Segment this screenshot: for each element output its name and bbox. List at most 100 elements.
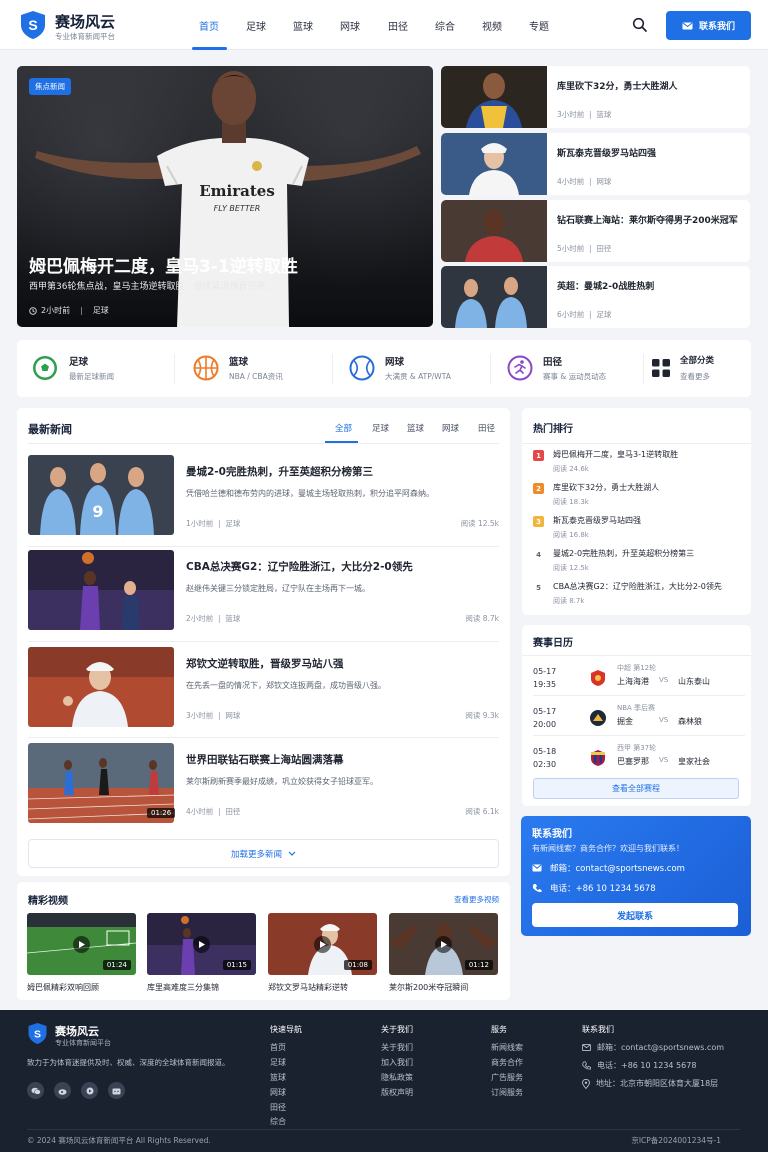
weibo-icon[interactable] <box>54 1082 71 1099</box>
section-title: 最新新闻 <box>28 423 72 436</box>
footer-link[interactable]: 综合 <box>270 1116 286 1127</box>
side-news-title[interactable]: 英超：曼城2-0战胜热刺 <box>557 279 654 292</box>
load-more-button[interactable]: 加载更多新闻 <box>28 839 499 868</box>
footer-link[interactable]: 足球 <box>270 1057 286 1068</box>
match-item[interactable]: 05-18 02:30 西甲 第37轮 巴塞罗那 VS 皇家社会 <box>533 743 745 783</box>
hot-item[interactable]: 2 库里砍下32分，勇士大胜湖人 阅读 18.3k <box>533 482 745 512</box>
category-all[interactable]: 全部分类 查看更多 <box>647 340 751 397</box>
footer-email[interactable]: 邮箱：contact@sportsnews.com <box>582 1042 724 1053</box>
contact-phone[interactable]: 电话：+86 10 1234 5678 <box>532 882 656 894</box>
brand-tagline: 专业体育新闻平台 <box>55 32 115 41</box>
hot-title[interactable]: 斯瓦泰克晋级罗马站四强 <box>553 515 641 526</box>
start-contact-button[interactable]: 发起联系 <box>532 903 738 927</box>
match-date: 05-17 <box>533 707 557 716</box>
hero-featured-news[interactable]: Emirates FLY BETTER 焦点新闻 姆巴佩梅开二度，皇马3-1逆转… <box>17 66 433 327</box>
hot-item[interactable]: 5 CBA总决赛G2：辽宁险胜浙江，大比分2-0领先 阅读 8.7k <box>533 581 745 611</box>
video-card[interactable]: 01:15 库里高难度三分集锦 <box>147 913 256 993</box>
match-item[interactable]: 05-17 20:00 NBA 季后赛 掘金 VS 森林狼 <box>533 703 745 743</box>
footer-link[interactable]: 订阅服务 <box>491 1087 523 1098</box>
news-meta: 2小时前 | 篮球 <box>186 614 241 623</box>
side-news-item[interactable]: 钻石联赛上海站：莱尔斯夺得男子200米冠军 5小时前 | 田径 <box>441 200 750 262</box>
hot-item[interactable]: 1 姆巴佩梅开二度，皇马3-1逆转取胜 阅读 24.6k <box>533 449 745 479</box>
tab-athletics[interactable]: 田径 <box>478 422 495 434</box>
category-tennis[interactable]: 网球 大满贯 & ATP/WTA <box>335 340 485 397</box>
category-football[interactable]: 足球 最新足球新闻 <box>17 340 167 397</box>
footer-link[interactable]: 篮球 <box>270 1072 286 1083</box>
news-title[interactable]: 曼城2-0完胜热刺，升至英超积分榜第三 <box>186 464 373 479</box>
nav-athletics[interactable]: 田径 <box>388 18 408 33</box>
nav-tennis[interactable]: 网球 <box>340 18 360 33</box>
category-basketball[interactable]: 篮球 NBA / CBA资讯 <box>177 340 327 397</box>
hot-title[interactable]: CBA总决赛G2：辽宁险胜浙江，大比分2-0领先 <box>553 581 722 592</box>
side-news-item[interactable]: 斯瓦泰克晋级罗马站四强 4小时前 | 网球 <box>441 133 750 195</box>
side-news-title[interactable]: 斯瓦泰克晋级罗马站四强 <box>557 146 656 159</box>
footer-link[interactable]: 网球 <box>270 1087 286 1098</box>
hot-title[interactable]: 姆巴佩梅开二度，皇马3-1逆转取胜 <box>553 449 678 460</box>
side-news-item[interactable]: 库里砍下32分，勇士大胜湖人 3小时前 | 篮球 <box>441 66 750 128</box>
news-title[interactable]: 郑钦文逆转取胜，晋级罗马站八强 <box>186 656 344 671</box>
brand-name[interactable]: 赛场风云 <box>55 11 115 32</box>
side-news-item[interactable]: 英超：曼城2-0战胜热刺 6小时前 | 足球 <box>441 266 750 328</box>
footer-link[interactable]: 版权声明 <box>381 1087 413 1098</box>
footer-phone[interactable]: 电话：+86 10 1234 5678 <box>582 1060 696 1071</box>
nav-general[interactable]: 综合 <box>435 18 455 33</box>
footer-link[interactable]: 关于我们 <box>381 1042 413 1053</box>
footer-link[interactable]: 加入我们 <box>381 1057 413 1068</box>
bilibili-icon[interactable] <box>108 1082 125 1099</box>
news-item[interactable]: CBA总决赛G2：辽宁险胜浙江，大比分2-0领先 赵继伟关键三分锁定胜局，辽宁队… <box>28 550 499 631</box>
tab-football[interactable]: 足球 <box>372 422 389 434</box>
tab-all[interactable]: 全部 <box>335 422 352 434</box>
news-item[interactable]: 9 曼城2-0完胜热刺，升至英超积分榜第三 凭借哈兰德和德布劳内的进球，曼城主场… <box>28 455 499 536</box>
search-icon[interactable] <box>632 17 648 33</box>
footer-link[interactable]: 隐私政策 <box>381 1072 413 1083</box>
side-news-title[interactable]: 钻石联赛上海站：莱尔斯夺得男子200米冠军 <box>557 213 738 226</box>
video-title[interactable]: 库里高难度三分集锦 <box>147 982 256 993</box>
nav-football[interactable]: 足球 <box>246 18 266 33</box>
wechat-icon[interactable] <box>27 1082 44 1099</box>
shield-logo-icon: S <box>28 1023 47 1044</box>
video-title[interactable]: 姆巴佩精彩双响回顾 <box>27 982 136 993</box>
douyin-icon[interactable] <box>81 1082 98 1099</box>
news-title[interactable]: 世界田联钻石联赛上海站圆满落幕 <box>186 752 344 767</box>
play-icon[interactable] <box>435 936 452 953</box>
hot-title[interactable]: 库里砍下32分，勇士大胜湖人 <box>553 482 659 493</box>
nav-basketball[interactable]: 篮球 <box>293 18 313 33</box>
category-athletics[interactable]: 田径 赛事 & 运动员动态 <box>493 340 643 397</box>
match-date: 05-18 <box>533 747 557 756</box>
nav-topics[interactable]: 专题 <box>529 18 549 33</box>
match-item[interactable]: 05-17 19:35 中超 第12轮 上海海港 VS 山东泰山 <box>533 663 745 703</box>
nav-video[interactable]: 视频 <box>482 18 502 33</box>
video-card[interactable]: 01:12 莱尔斯200米夺冠瞬间 <box>389 913 498 993</box>
news-title[interactable]: CBA总决赛G2：辽宁险胜浙江，大比分2-0领先 <box>186 559 413 574</box>
play-icon[interactable] <box>314 936 331 953</box>
news-item[interactable]: 01:26 世界田联钻石联赛上海站圆满落幕 莱尔斯刷新赛季最好成绩，巩立姣获得女… <box>28 743 499 824</box>
side-news-title[interactable]: 库里砍下32分，勇士大胜湖人 <box>557 79 678 92</box>
icp-number[interactable]: 京ICP备2024001234号-1 <box>631 1135 721 1146</box>
video-card[interactable]: 01:24 姆巴佩精彩双响回顾 <box>27 913 136 993</box>
news-item[interactable]: 郑钦文逆转取胜，晋级罗马站八强 在先丢一盘的情况下，郑钦文连扳两盘，成功晋级八强… <box>28 647 499 728</box>
video-title[interactable]: 莱尔斯200米夺冠瞬间 <box>389 982 498 993</box>
video-title[interactable]: 郑钦文罗马站精彩逆转 <box>268 982 377 993</box>
play-icon[interactable] <box>73 936 90 953</box>
nav-home[interactable]: 首页 <box>199 18 219 33</box>
hero-title[interactable]: 姆巴佩梅开二度，皇马3-1逆转取胜 <box>29 252 298 277</box>
video-card[interactable]: 01:08 郑钦文罗马站精彩逆转 <box>268 913 377 993</box>
hot-item[interactable]: 3 斯瓦泰克晋级罗马站四强 阅读 16.8k <box>533 515 745 545</box>
view-full-schedule-button[interactable]: 查看全部赛程 <box>533 778 739 799</box>
tab-tennis[interactable]: 网球 <box>442 422 459 434</box>
contact-email[interactable]: 邮箱：contact@sportsnews.com <box>532 862 685 874</box>
play-icon[interactable] <box>193 936 210 953</box>
news-time: 4小时前 <box>186 807 214 816</box>
footer-link[interactable]: 商务合作 <box>491 1057 523 1068</box>
footer-link[interactable]: 田径 <box>270 1102 286 1113</box>
mail-icon <box>582 1044 591 1051</box>
footer-link[interactable]: 新闻线索 <box>491 1042 523 1053</box>
hot-item[interactable]: 4 曼城2-0完胜热刺，升至英超积分榜第三 阅读 12.5k <box>533 548 745 578</box>
tab-basketball[interactable]: 篮球 <box>407 422 424 434</box>
contact-us-button[interactable]: 联系我们 <box>666 11 751 40</box>
footer-link[interactable]: 广告服务 <box>491 1072 523 1083</box>
hot-title[interactable]: 曼城2-0完胜热刺，升至英超积分榜第三 <box>553 548 694 559</box>
more-videos-link[interactable]: 查看更多视频 <box>454 894 499 905</box>
shield-logo-icon[interactable]: S <box>19 10 47 40</box>
footer-link[interactable]: 首页 <box>270 1042 286 1053</box>
